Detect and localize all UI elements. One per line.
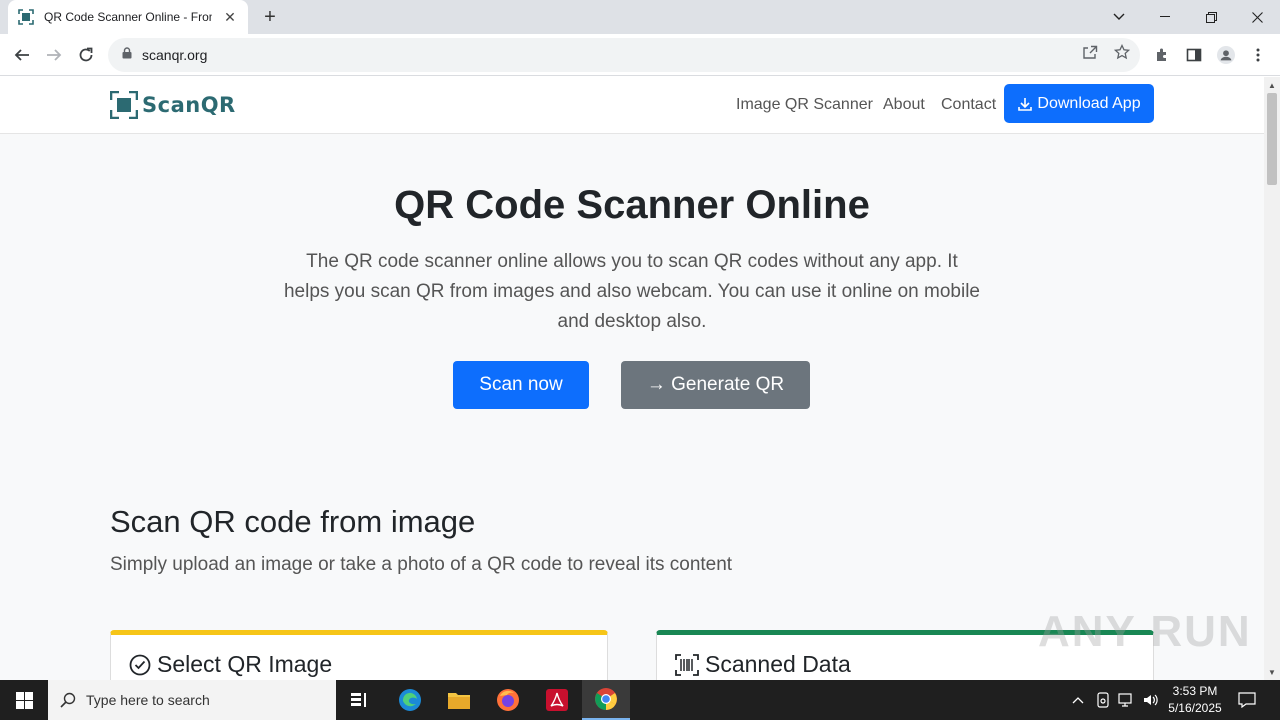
network-icon[interactable]: [1116, 680, 1138, 720]
clock-date: 5/16/2025: [1168, 701, 1222, 715]
qr-logo-icon: [110, 91, 138, 119]
new-tab-icon[interactable]: +: [258, 5, 282, 29]
tray-overflow-icon[interactable]: [1068, 680, 1088, 720]
anyrun-watermark: ANY RUN: [1038, 607, 1252, 656]
browser-toolbar: scanqr.org: [0, 34, 1280, 76]
clock-time: 3:53 PM: [1172, 684, 1218, 698]
download-app-label: Download App: [1037, 94, 1141, 112]
restore-icon[interactable]: [1188, 0, 1234, 34]
tab-search-icon[interactable]: [1096, 0, 1142, 34]
lock-icon: [122, 46, 132, 64]
acrobat-reader-icon[interactable]: [533, 680, 581, 720]
scan-now-button[interactable]: Scan now: [453, 361, 589, 409]
notifications-icon[interactable]: [1234, 680, 1260, 720]
close-window-icon[interactable]: [1234, 0, 1280, 34]
scrollbar-thumb[interactable]: [1267, 93, 1277, 185]
page-scrollbar[interactable]: ▲ ▼: [1264, 77, 1280, 680]
select-image-title: Select QR Image: [157, 651, 333, 677]
task-view-icon[interactable]: [336, 680, 384, 720]
nav-image-qr-scanner[interactable]: Image QR Scanner: [736, 96, 873, 114]
hero-description: The QR code scanner online allows you to…: [283, 251, 980, 332]
edge-icon[interactable]: [386, 680, 434, 720]
menu-dots-icon[interactable]: [1249, 46, 1267, 64]
check-circle-icon: [129, 654, 151, 675]
minimize-icon[interactable]: [1142, 0, 1188, 34]
download-icon: [1018, 97, 1033, 111]
search-icon: [60, 692, 76, 708]
generate-qr-button[interactable]: → Generate QR: [621, 361, 810, 409]
address-bar[interactable]: scanqr.org: [108, 38, 1140, 72]
taskbar-clock[interactable]: 3:53 PM 5/16/2025: [1160, 683, 1230, 717]
firefox-icon[interactable]: [484, 680, 532, 720]
tab-title: QR Code Scanner Online - From: [44, 10, 212, 24]
download-app-button[interactable]: Download App: [1004, 84, 1154, 123]
side-panel-icon[interactable]: [1185, 46, 1203, 64]
share-icon[interactable]: [1081, 43, 1099, 61]
forward-icon[interactable]: [41, 42, 67, 68]
barcode-scan-icon: [675, 653, 699, 676]
logo-text: ScanQR: [142, 93, 236, 117]
tray-device-icon[interactable]: [1093, 680, 1113, 720]
tab-close-icon[interactable]: ✕: [222, 9, 238, 25]
site-navbar: ScanQR Image QR Scanner About Contact Do…: [0, 77, 1264, 134]
scroll-up-icon[interactable]: ▲: [1268, 81, 1276, 90]
url-text: scanqr.org: [142, 47, 208, 63]
nav-contact[interactable]: Contact: [941, 96, 996, 114]
nav-about[interactable]: About: [883, 96, 925, 114]
scanned-data-title: Scanned Data: [705, 651, 851, 677]
file-explorer-icon[interactable]: [435, 680, 483, 720]
tab-strip: QR Code Scanner Online - From ✕ +: [0, 0, 1280, 34]
scroll-down-icon[interactable]: ▼: [1268, 668, 1276, 677]
extensions-icon[interactable]: [1153, 46, 1171, 64]
reload-icon[interactable]: [73, 42, 99, 68]
search-placeholder: Type here to search: [86, 692, 210, 708]
section-title: Scan QR code from image: [110, 504, 476, 539]
volume-icon[interactable]: [1140, 680, 1162, 720]
taskbar-search-input[interactable]: Type here to search: [48, 680, 336, 720]
bookmark-star-icon[interactable]: [1113, 43, 1131, 61]
windows-start-icon[interactable]: [0, 680, 48, 720]
browser-tab[interactable]: QR Code Scanner Online - From ✕: [8, 0, 248, 34]
section-subtitle: Simply upload an image or take a photo o…: [110, 554, 733, 575]
site-logo[interactable]: ScanQR: [110, 91, 236, 119]
windows-taskbar: Type here to search 3:53 PM 5/16/2025: [0, 680, 1280, 720]
page-viewport: ScanQR Image QR Scanner About Contact Do…: [0, 77, 1264, 680]
chrome-icon[interactable]: [582, 680, 630, 720]
page-title: QR Code Scanner Online: [394, 183, 870, 227]
select-image-card: Select QR Image: [110, 630, 608, 680]
profile-avatar-icon[interactable]: [1217, 46, 1235, 64]
back-icon[interactable]: [9, 42, 35, 68]
qr-favicon-icon: [18, 9, 34, 25]
